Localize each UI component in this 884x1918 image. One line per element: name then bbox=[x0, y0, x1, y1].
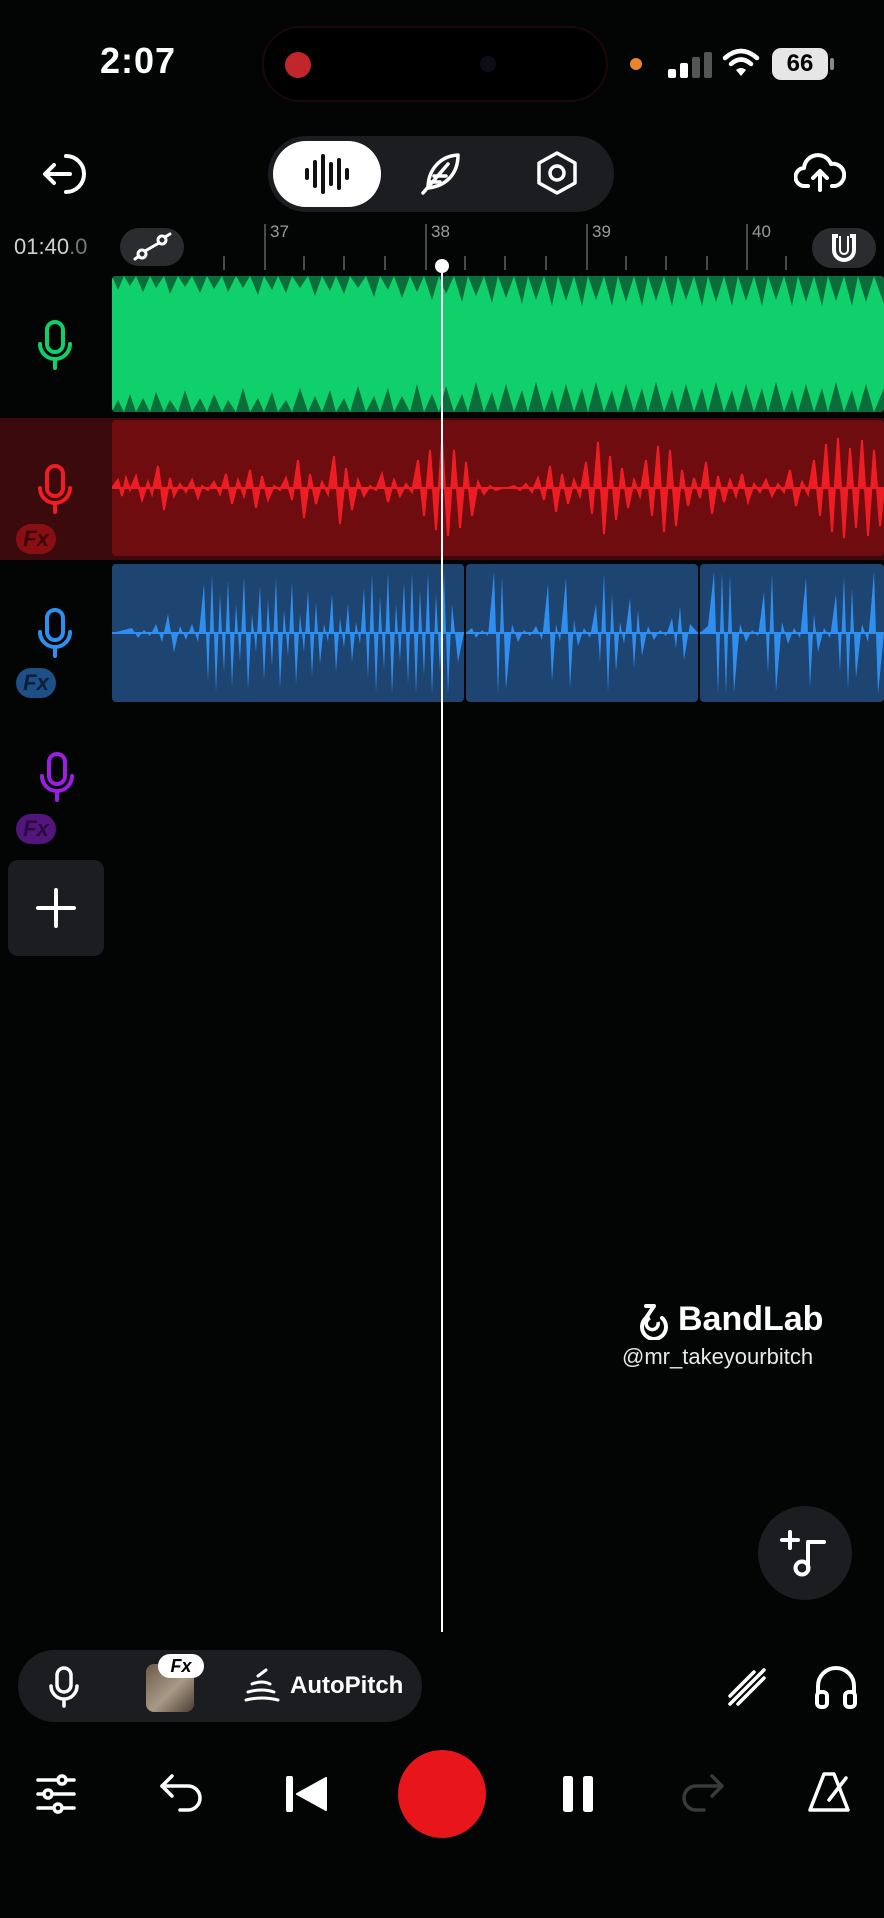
ruler-label: 38 bbox=[431, 222, 450, 241]
ruler-ticks bbox=[180, 256, 800, 270]
track-2-waveform bbox=[112, 437, 884, 539]
magnet-icon bbox=[832, 234, 856, 262]
mixer-icon[interactable] bbox=[34, 1772, 78, 1816]
wand-icon[interactable] bbox=[724, 1664, 770, 1710]
track-3-fx-badge[interactable]: Fx bbox=[16, 668, 56, 698]
track-2-mic-button[interactable] bbox=[36, 462, 74, 516]
track-3-mic-button[interactable] bbox=[36, 606, 74, 660]
dynamic-island bbox=[262, 26, 608, 102]
autopitch-button[interactable]: AutoPitch bbox=[290, 1672, 403, 1700]
track-4-fx-badge[interactable]: Fx bbox=[16, 814, 56, 844]
track-3-waveform-2 bbox=[466, 572, 698, 694]
settings-hex-icon bbox=[537, 151, 577, 195]
playhead-line[interactable] bbox=[441, 264, 443, 1632]
track-1-mic-button[interactable] bbox=[36, 318, 74, 372]
redo-icon[interactable] bbox=[680, 1772, 726, 1812]
track-2-fx-badge[interactable]: Fx bbox=[16, 524, 56, 554]
mic-in-use-indicator bbox=[630, 58, 642, 70]
battery-indicator: 66 bbox=[772, 48, 828, 80]
feather-icon bbox=[421, 153, 460, 195]
track-1-waveform bbox=[112, 276, 884, 412]
track-3-waveform-1 bbox=[112, 572, 464, 694]
ruler-label: 39 bbox=[592, 222, 611, 241]
track-4-mic-button[interactable] bbox=[38, 750, 76, 804]
tab-settings[interactable] bbox=[534, 150, 580, 196]
watermark-brand: BandLab bbox=[678, 1300, 824, 1338]
add-sample-button[interactable] bbox=[758, 1506, 852, 1600]
input-mic-button[interactable] bbox=[46, 1666, 82, 1708]
pause-icon[interactable] bbox=[560, 1772, 596, 1816]
time-fraction: .0 bbox=[69, 234, 88, 259]
watermark-user: @mr_takeyourbitch bbox=[622, 1344, 814, 1369]
track-3-waveform-3 bbox=[700, 572, 884, 694]
tab-lyrics[interactable] bbox=[418, 150, 464, 196]
screen-recording-indicator bbox=[285, 52, 311, 78]
automation-button[interactable] bbox=[120, 228, 184, 266]
battery-nub bbox=[830, 58, 834, 70]
ruler-label: 37 bbox=[270, 222, 289, 241]
headphones-icon[interactable] bbox=[814, 1664, 858, 1710]
waveform-icon bbox=[304, 152, 350, 196]
mic-icon bbox=[49, 1666, 79, 1708]
mic-icon bbox=[38, 464, 72, 514]
playhead-handle[interactable] bbox=[435, 259, 449, 273]
mic-icon bbox=[38, 608, 72, 658]
autopitch-icon bbox=[242, 1666, 282, 1706]
automation-icon bbox=[133, 232, 172, 261]
front-camera bbox=[480, 56, 496, 72]
status-time: 2:07 bbox=[100, 40, 177, 81]
add-track-button[interactable] bbox=[8, 860, 104, 956]
track-1-clip[interactable] bbox=[112, 276, 884, 412]
track-3-clip-3[interactable] bbox=[700, 564, 884, 702]
exit-icon[interactable] bbox=[40, 150, 88, 198]
mic-icon bbox=[38, 320, 72, 370]
time-main: 01:40 bbox=[14, 234, 70, 259]
snap-button[interactable] bbox=[812, 228, 876, 268]
record-button[interactable] bbox=[398, 1750, 486, 1838]
mic-icon bbox=[40, 752, 74, 802]
playhead-time: 01:40.0 bbox=[14, 234, 87, 260]
track-3-clip-2[interactable] bbox=[466, 564, 698, 702]
plus-icon bbox=[36, 888, 76, 928]
track-3-clip-1[interactable] bbox=[112, 564, 464, 702]
cloud-upload-icon[interactable] bbox=[794, 152, 846, 192]
metronome-icon[interactable] bbox=[806, 1770, 852, 1816]
track-2-clip[interactable] bbox=[112, 420, 884, 556]
fx-preset-badge: Fx bbox=[158, 1654, 204, 1678]
skip-back-icon[interactable] bbox=[284, 1772, 328, 1816]
cellular-signal-icon bbox=[668, 52, 712, 78]
ruler-label: 40 bbox=[752, 222, 771, 241]
add-music-note-icon bbox=[780, 1530, 826, 1577]
wifi-icon bbox=[722, 48, 760, 78]
undo-icon[interactable] bbox=[158, 1772, 204, 1812]
bandlab-logo-icon bbox=[632, 1302, 672, 1340]
